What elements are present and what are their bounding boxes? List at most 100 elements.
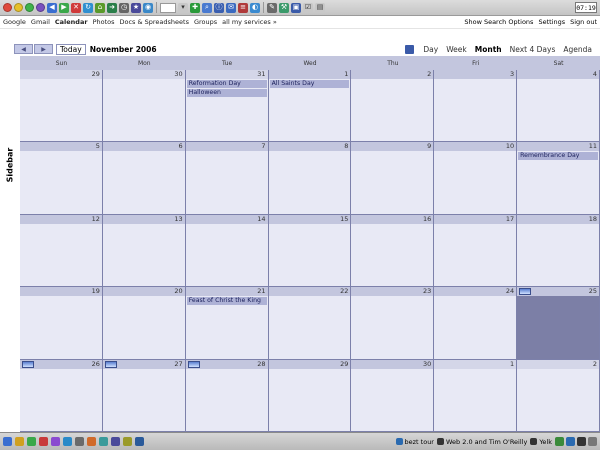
- day-cell[interactable]: 5: [20, 142, 103, 215]
- dropdown-icon[interactable]: ▾: [178, 2, 188, 13]
- prev-month-button[interactable]: ◀: [14, 44, 33, 54]
- day-cell[interactable]: 25: [517, 287, 600, 360]
- day-number[interactable]: 13: [102, 214, 185, 224]
- info-icon[interactable]: ⓘ: [214, 2, 224, 13]
- day-cell[interactable]: 2: [351, 70, 435, 143]
- search-icon[interactable]: ⌕: [202, 2, 212, 13]
- day-number[interactable]: 30: [102, 70, 185, 79]
- gbar-link-google[interactable]: Google: [3, 18, 26, 26]
- day-number[interactable]: 14: [185, 214, 268, 224]
- back-icon[interactable]: ◀: [47, 2, 57, 13]
- taskbar-app-icon[interactable]: [51, 437, 60, 446]
- day-number[interactable]: 29: [20, 70, 102, 79]
- day-cell[interactable]: 4: [517, 70, 600, 143]
- day-number[interactable]: 29: [268, 359, 351, 369]
- taskbar-app-icon[interactable]: [87, 437, 96, 446]
- taskbar-window[interactable]: bezt tour: [395, 438, 434, 446]
- day-cell[interactable]: 29: [268, 359, 352, 432]
- checkbox-icon[interactable]: ☑: [303, 2, 313, 13]
- day-cell[interactable]: 3: [434, 70, 518, 143]
- tray-icon[interactable]: [555, 437, 564, 446]
- gbar-link-groups[interactable]: Groups: [194, 18, 217, 26]
- settings-link[interactable]: Settings: [538, 18, 565, 26]
- forward-icon[interactable]: ▶: [59, 2, 69, 13]
- day-cell[interactable]: 30: [351, 359, 435, 432]
- day-number[interactable]: 3: [434, 70, 517, 79]
- day-number[interactable]: 23: [351, 287, 434, 297]
- day-cell[interactable]: 12: [20, 214, 103, 288]
- window-icon[interactable]: ▣: [291, 2, 301, 13]
- history-icon[interactable]: ◷: [119, 2, 129, 13]
- day-number[interactable]: 16: [351, 214, 434, 224]
- day-cell[interactable]: 13: [102, 214, 186, 288]
- day-cell[interactable]: 23: [351, 287, 435, 360]
- taskbar-app-icon[interactable]: [39, 437, 48, 446]
- day-number[interactable]: 24: [434, 287, 517, 297]
- taskbar-app-icon[interactable]: [27, 437, 36, 446]
- day-number[interactable]: 9: [351, 142, 434, 152]
- pencil-icon[interactable]: ✎: [267, 2, 277, 13]
- day-cell[interactable]: 21 Feast of Christ the King: [185, 287, 269, 360]
- day-number[interactable]: 20: [102, 287, 185, 297]
- tools-icon[interactable]: ⚒: [279, 2, 289, 13]
- day-number[interactable]: 8: [268, 142, 351, 152]
- day-cell[interactable]: 27: [102, 359, 186, 432]
- tab-next-4-days[interactable]: Next 4 Days: [510, 45, 556, 54]
- day-cell[interactable]: 2: [517, 359, 600, 432]
- day-number[interactable]: 1: [268, 70, 351, 79]
- day-cell[interactable]: 7: [185, 142, 269, 215]
- day-cell[interactable]: 31 Reformation Day Halloween: [185, 70, 269, 143]
- day-number[interactable]: 26: [20, 359, 102, 369]
- today-button[interactable]: Today: [56, 43, 86, 55]
- list-icon[interactable]: ▤: [315, 2, 325, 13]
- taskbar-app-icon[interactable]: [99, 437, 108, 446]
- reload-icon[interactable]: ↻: [83, 2, 93, 13]
- day-cell[interactable]: 20: [102, 287, 186, 360]
- event-chip[interactable]: Feast of Christ the King: [186, 297, 267, 306]
- day-number[interactable]: 6: [102, 142, 185, 152]
- day-cell[interactable]: 1 All Saints Day: [268, 70, 352, 143]
- day-cell[interactable]: 11 Remembrance Day: [517, 142, 600, 215]
- day-number[interactable]: 10: [434, 142, 517, 152]
- day-cell[interactable]: 10: [434, 142, 518, 215]
- forward-arrow-icon[interactable]: ➜: [107, 2, 117, 13]
- gbar-link-docs[interactable]: Docs & Spreadsheets: [120, 18, 189, 26]
- tab-week[interactable]: Week: [446, 45, 467, 54]
- day-number[interactable]: 18: [517, 214, 599, 224]
- event-chip[interactable]: Remembrance Day: [518, 152, 598, 161]
- zoom-window-icon[interactable]: [25, 3, 34, 12]
- day-cell[interactable]: 1: [434, 359, 518, 432]
- taskbar-window[interactable]: Yelk: [530, 438, 552, 446]
- gbar-link-photos[interactable]: Photos: [93, 18, 115, 26]
- day-cell[interactable]: 22: [268, 287, 352, 360]
- tray-icon[interactable]: [588, 437, 597, 446]
- tab-month[interactable]: Month: [475, 45, 502, 54]
- gbar-link-calendar[interactable]: Calendar: [55, 18, 88, 26]
- taskbar-app-icon[interactable]: [111, 437, 120, 446]
- day-cell[interactable]: 24: [434, 287, 518, 360]
- day-cell[interactable]: 16: [351, 214, 435, 288]
- tab-agenda[interactable]: Agenda: [563, 45, 592, 54]
- tray-icon[interactable]: [577, 437, 586, 446]
- day-cell[interactable]: 29: [20, 70, 103, 143]
- gbar-link-all-services[interactable]: all my services »: [222, 18, 277, 26]
- bookmarks-icon[interactable]: ★: [131, 2, 141, 13]
- sign-out-link[interactable]: Sign out: [570, 18, 597, 26]
- globe-2-icon[interactable]: ◐: [250, 2, 260, 13]
- day-number[interactable]: 17: [434, 214, 517, 224]
- day-number[interactable]: 27: [102, 359, 185, 369]
- day-cell[interactable]: 14: [185, 214, 269, 288]
- tab-day[interactable]: Day: [423, 45, 438, 54]
- globe-icon[interactable]: ◉: [143, 2, 153, 13]
- day-cell[interactable]: 28: [185, 359, 269, 432]
- day-cell[interactable]: 9: [351, 142, 435, 215]
- day-number[interactable]: 15: [268, 214, 351, 224]
- day-number[interactable]: 4: [517, 70, 599, 79]
- day-number[interactable]: 11: [517, 142, 599, 152]
- day-cell[interactable]: 8: [268, 142, 352, 215]
- day-cell[interactable]: 19: [20, 287, 103, 360]
- event-chip[interactable]: Halloween: [186, 89, 267, 97]
- taskbar-app-icon[interactable]: [3, 437, 12, 446]
- taskbar-app-icon[interactable]: [15, 437, 24, 446]
- taskbar-app-icon[interactable]: [63, 437, 72, 446]
